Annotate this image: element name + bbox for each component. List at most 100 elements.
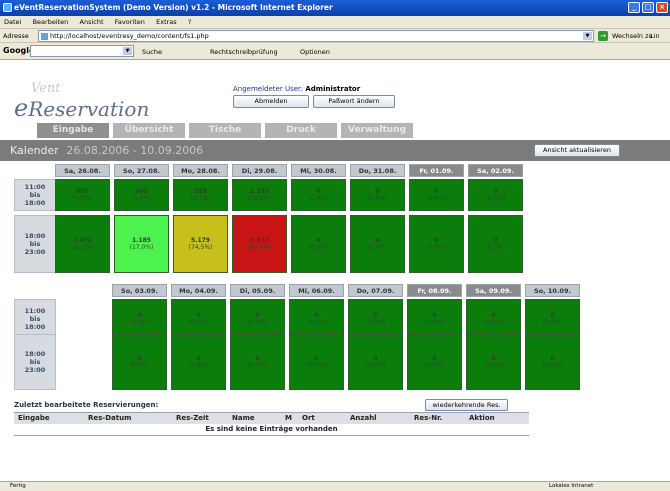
chevron-down-icon[interactable]: ▼ bbox=[123, 47, 132, 55]
minimize-button[interactable]: _ bbox=[628, 2, 640, 13]
reservation-cell[interactable]: 0 (0,0%) bbox=[409, 215, 464, 273]
address-label: Adresse bbox=[3, 32, 29, 40]
time-slot-from: 18:00 bbox=[24, 232, 46, 240]
tab-uebersicht[interactable]: Übersicht bbox=[113, 123, 185, 138]
empty-message: Es sind keine Einträge vorhanden bbox=[14, 423, 529, 436]
cell-percent: (18,0%) bbox=[247, 195, 272, 202]
cell-value: 0 bbox=[493, 188, 498, 195]
cell-percent: (0,0%) bbox=[367, 244, 388, 251]
reservation-cell[interactable]: 0 (0,0%) bbox=[407, 299, 462, 339]
recurring-reservations-button[interactable]: wiederkehrende Res. bbox=[425, 399, 508, 411]
reservation-cell[interactable]: 6.333 (92,4%) bbox=[232, 215, 287, 273]
reservation-cell[interactable]: 1.185 (17,0%) bbox=[114, 215, 169, 273]
go-arrow-icon[interactable]: → bbox=[598, 31, 608, 41]
reservation-cell[interactable]: 0 (0,0%) bbox=[291, 215, 346, 273]
col-res-zeit: Res-Zeit bbox=[172, 412, 228, 424]
menu-extras[interactable]: Extras bbox=[156, 18, 177, 26]
day-header: Sa, 26.08. bbox=[55, 164, 110, 177]
links-label[interactable]: Lin bbox=[650, 32, 660, 40]
reservation-cell[interactable]: 255 (3,7%) bbox=[173, 179, 228, 211]
refresh-view-button[interactable]: Ansicht aktualisieren bbox=[534, 144, 620, 157]
page-icon bbox=[41, 33, 48, 40]
cell-percent: (21,2%) bbox=[70, 244, 95, 251]
user-label: Angemeldeter User: bbox=[233, 85, 304, 93]
reservation-cell[interactable]: 0 (0,0%) bbox=[466, 334, 521, 390]
cell-percent: (0,0%) bbox=[247, 319, 268, 326]
time-slot-from: 11:00 bbox=[24, 183, 46, 191]
reservation-cell[interactable]: 0 (0,0%) bbox=[468, 215, 523, 273]
col-ort: Ort bbox=[298, 412, 346, 424]
reservation-cell[interactable]: 0 (0,0%) bbox=[289, 299, 344, 339]
cell-value: 0 bbox=[550, 312, 555, 319]
time-slot-label: 18:00 bis 23:00 bbox=[14, 215, 56, 273]
time-slot-label: 18:00 bis 23:00 bbox=[14, 334, 56, 390]
menu-bearbeiten[interactable]: Bearbeiten bbox=[33, 18, 69, 26]
spellcheck-button[interactable]: Rechtschreibprüfung bbox=[210, 48, 278, 56]
menu-favoriten[interactable]: Favoriten bbox=[115, 18, 145, 26]
reservation-cell[interactable]: 0 (0,0%) bbox=[409, 179, 464, 211]
calendar-label: Kalender bbox=[10, 144, 59, 157]
reservation-cell[interactable]: 0 (0,0%) bbox=[289, 334, 344, 390]
reservation-cell[interactable]: 0 (0,0%) bbox=[171, 334, 226, 390]
google-toolbar: Google ▼ Suche Rechtschreibprüfung Optio… bbox=[0, 43, 670, 60]
logo-vent: Vent bbox=[31, 81, 61, 96]
tab-verwaltung[interactable]: Verwaltung bbox=[341, 123, 413, 138]
reservation-cell[interactable]: 600 (9,0%) bbox=[55, 179, 110, 211]
day-header: Do, 31.08. bbox=[350, 164, 405, 177]
cell-percent: (9,0%) bbox=[72, 195, 93, 202]
tab-tische[interactable]: Tische bbox=[189, 123, 261, 138]
recent-reservations: Zuletzt bearbeitete Reservierungen: wied… bbox=[14, 398, 529, 436]
reservation-cell[interactable]: 0 (0,0%) bbox=[291, 179, 346, 211]
reservation-cell[interactable]: 0 (0,0%) bbox=[350, 215, 405, 273]
change-password-button[interactable]: Paßwort ändern bbox=[313, 95, 395, 108]
reservation-cell[interactable]: 0 (0,0%) bbox=[348, 334, 403, 390]
address-bar: Adresse http://localhost/eventresy_demo/… bbox=[0, 29, 670, 43]
reservation-cell[interactable]: 0 (0,0%) bbox=[525, 334, 580, 390]
go-button[interactable]: Wechseln zu bbox=[612, 32, 653, 40]
reservation-cell[interactable]: 5.179 (74,5%) bbox=[173, 215, 228, 273]
reservation-cell[interactable]: 0 (0,0%) bbox=[468, 179, 523, 211]
cell-value: 0 bbox=[196, 355, 201, 362]
day-header: So, 27.08. bbox=[114, 164, 169, 177]
time-slot-bis: bis bbox=[29, 191, 41, 199]
cell-value: 0 bbox=[255, 312, 260, 319]
menu-ansicht[interactable]: Ansicht bbox=[80, 18, 104, 26]
reservation-cell[interactable]: 1.472 (21,2%) bbox=[55, 215, 110, 273]
recent-table: Eingabe Res-Datum Res-Zeit Name M Ort An… bbox=[14, 412, 529, 436]
reservation-cell[interactable]: 0 (0,0%) bbox=[348, 299, 403, 339]
address-input[interactable]: http://localhost/eventresy_demo/content/… bbox=[38, 30, 594, 42]
reservation-cell[interactable]: 0 (0,0%) bbox=[407, 334, 462, 390]
cell-percent: (0,0%) bbox=[247, 362, 268, 369]
tab-druck[interactable]: Druck bbox=[265, 123, 337, 138]
reservation-cell[interactable]: 0 (0,0%) bbox=[112, 299, 167, 339]
cell-percent: (0,0%) bbox=[306, 362, 327, 369]
reservation-cell[interactable]: 1.253 (18,0%) bbox=[232, 179, 287, 211]
reservation-cell[interactable]: 0 (0,0%) bbox=[350, 179, 405, 211]
menu-help[interactable]: ? bbox=[188, 18, 191, 26]
tab-eingabe[interactable]: Eingabe bbox=[37, 123, 109, 138]
recent-header-row: Eingabe Res-Datum Res-Zeit Name M Ort An… bbox=[14, 412, 529, 424]
reservation-cell[interactable]: 0 (0,0%) bbox=[230, 334, 285, 390]
menu-datei[interactable]: Datei bbox=[4, 18, 21, 26]
options-button[interactable]: Optionen bbox=[300, 48, 330, 56]
google-search-input[interactable]: ▼ bbox=[30, 45, 134, 57]
app-logo: e Vent Reservation bbox=[14, 81, 149, 122]
chevron-down-icon[interactable]: ▼ bbox=[583, 32, 592, 40]
reservation-cell[interactable]: 0 (0,0%) bbox=[230, 299, 285, 339]
maximize-button[interactable]: □ bbox=[642, 2, 654, 13]
reservation-cell[interactable]: 345 (5,0%) bbox=[114, 179, 169, 211]
user-box: Angemeldeter User: Administrator Abmelde… bbox=[233, 85, 413, 108]
reservation-cell[interactable]: 0 (0,0%) bbox=[112, 334, 167, 390]
reservation-cell[interactable]: 0 (0,0%) bbox=[466, 299, 521, 339]
time-slot-bis: bis bbox=[29, 315, 41, 323]
logout-button[interactable]: Abmelden bbox=[233, 95, 309, 108]
cell-value: 0 bbox=[434, 237, 439, 244]
day-header: Mo, 28.08. bbox=[173, 164, 228, 177]
reservation-cell[interactable]: 0 (0,0%) bbox=[525, 299, 580, 339]
day-header: Di, 29.08. bbox=[232, 164, 287, 177]
user-name: Administrator bbox=[305, 85, 361, 93]
google-search-button[interactable]: Suche bbox=[142, 48, 162, 56]
reservation-cell[interactable]: 0 (0,0%) bbox=[171, 299, 226, 339]
col-m: M bbox=[281, 412, 298, 424]
close-button[interactable]: × bbox=[656, 2, 668, 13]
